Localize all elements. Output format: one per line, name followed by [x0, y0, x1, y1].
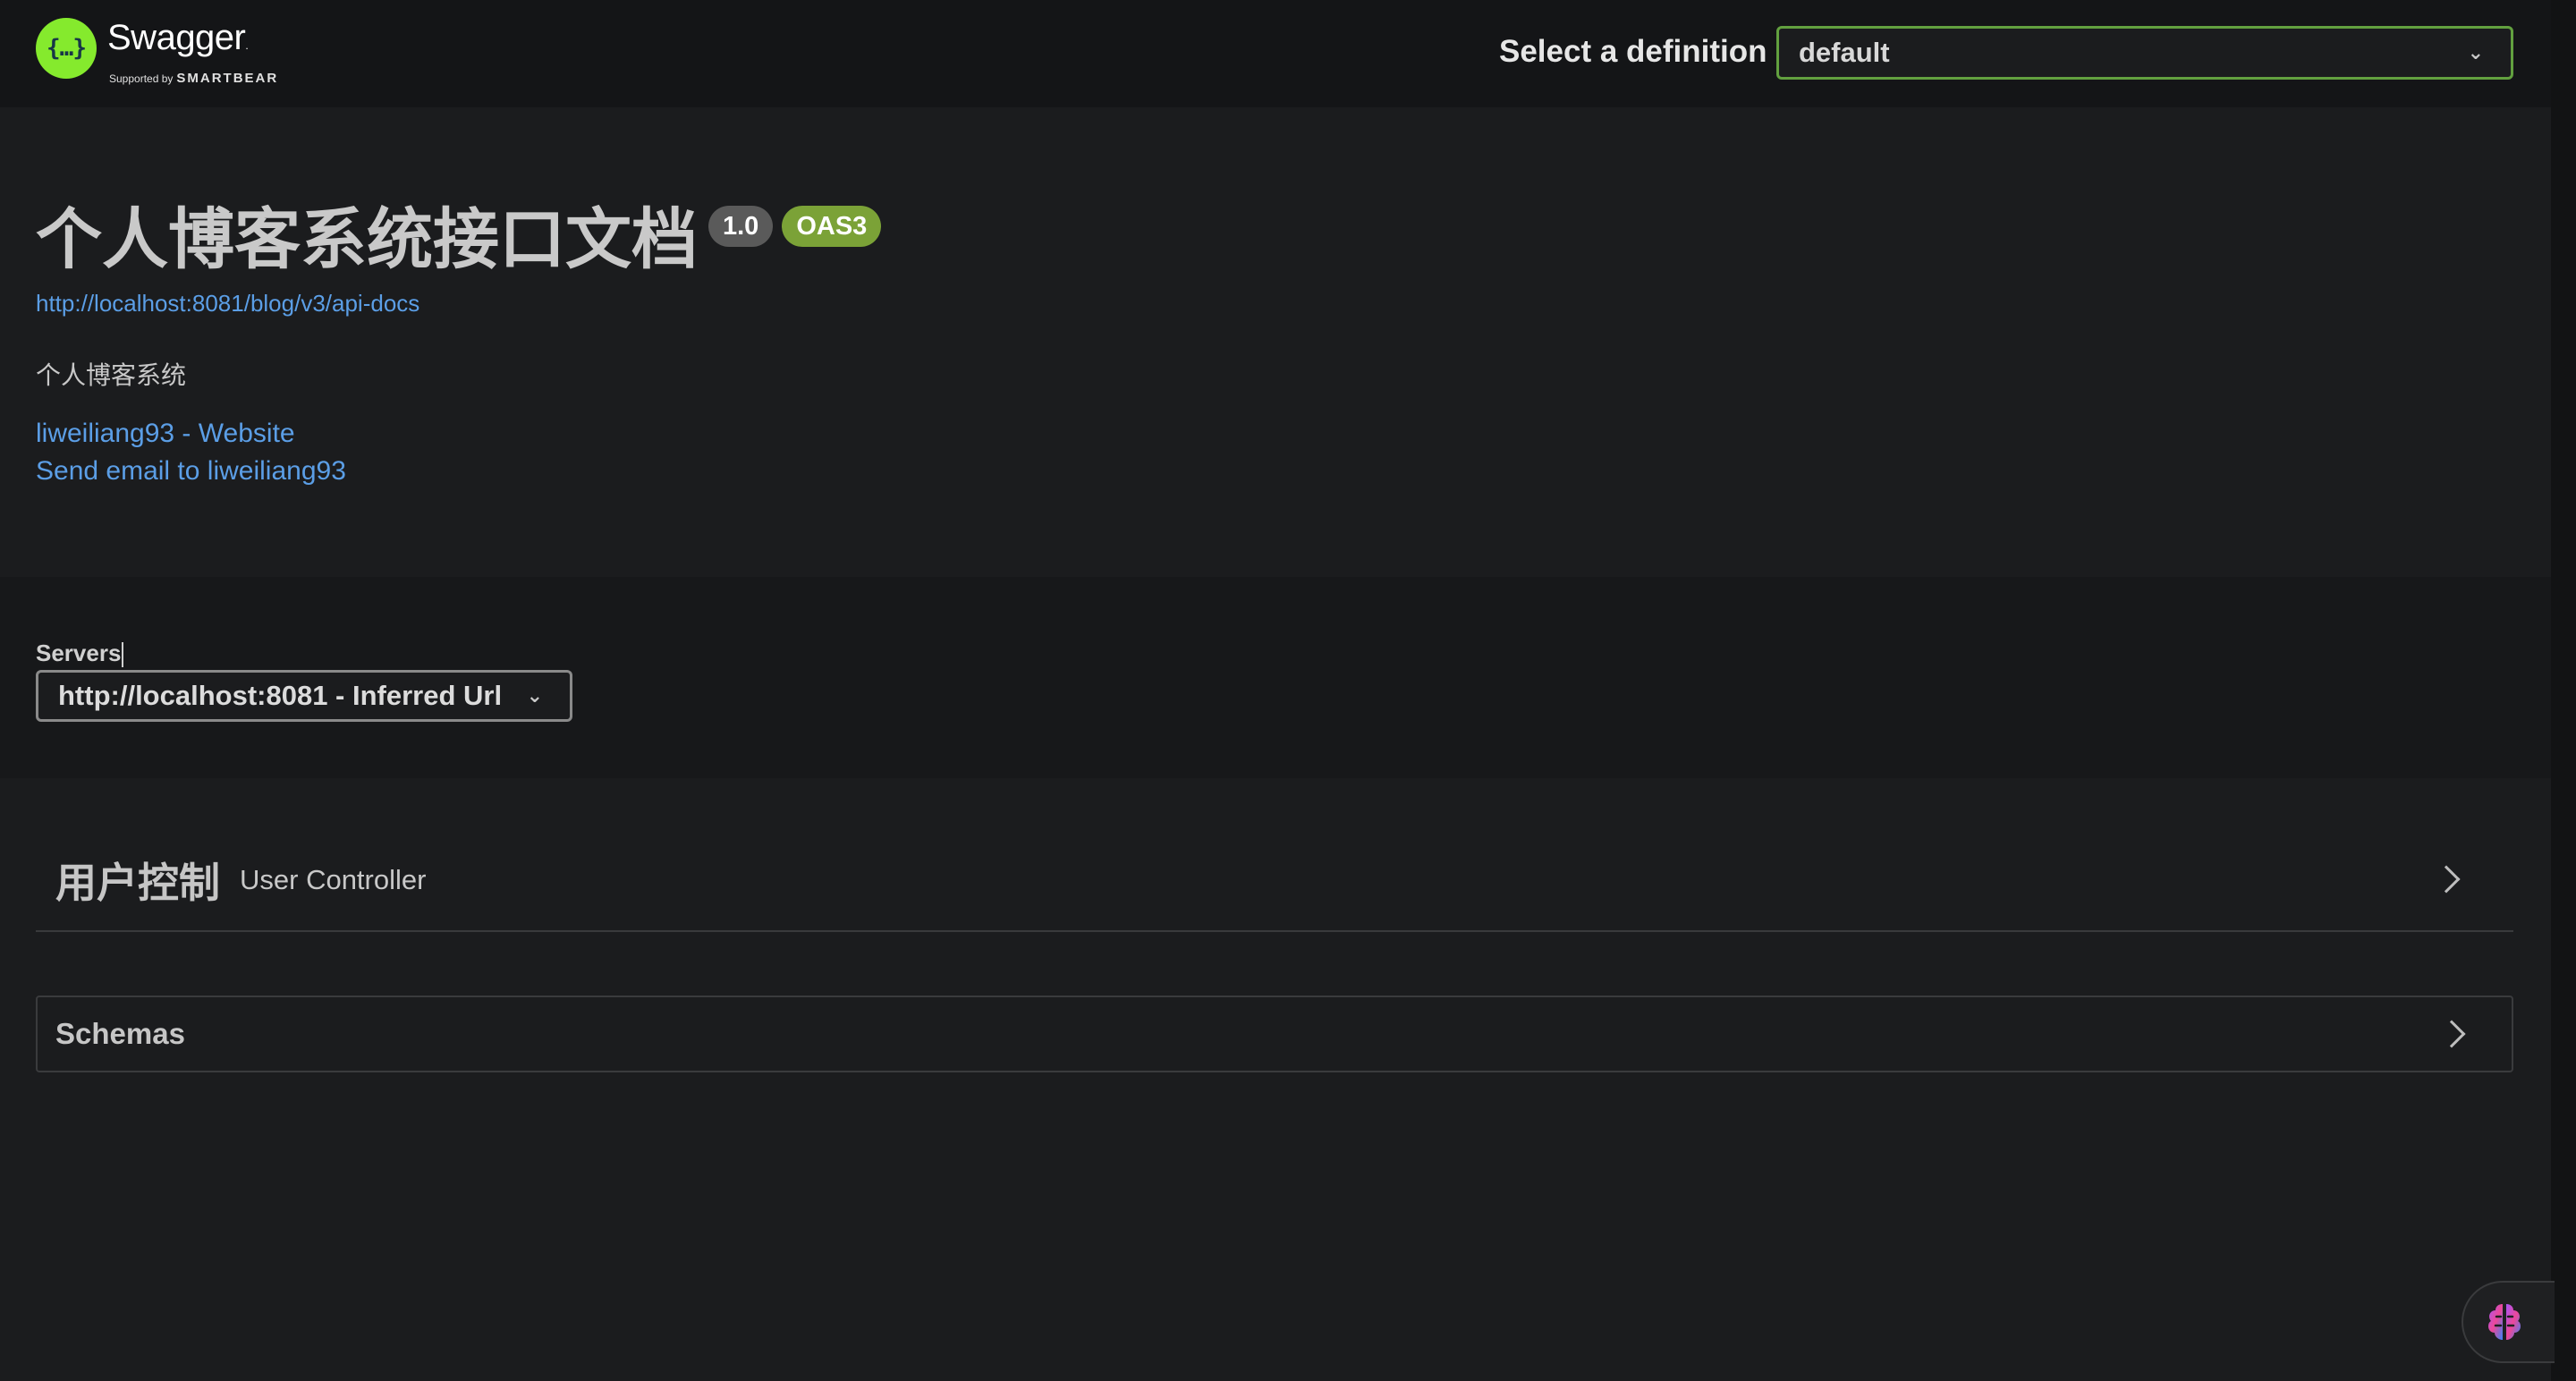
text-cursor [122, 642, 124, 668]
tag-user-controller[interactable]: 用户控制 User Controller [36, 830, 2513, 932]
brain-icon [2488, 1304, 2521, 1340]
oas-badge: OAS3 [782, 206, 882, 247]
chevron-down-icon: ⌄ [2467, 41, 2484, 64]
logo-text: Swagger. Supported by SMARTBEAR [107, 18, 278, 86]
brand-subtitle: Supported by SMARTBEAR [109, 71, 279, 86]
brand-name: Swagger. [107, 18, 249, 57]
page-title: 个人博客系统接口文档 [36, 201, 698, 278]
tag-name: 用户控制 [55, 859, 220, 907]
swagger-logo[interactable]: {…} Swagger. Supported by SMARTBEAR [36, 18, 278, 91]
version-badge: 1.0 [708, 206, 774, 247]
chevron-right-icon[interactable] [2437, 1020, 2466, 1048]
definition-value: default [1799, 37, 1890, 68]
assistant-button[interactable] [2462, 1281, 2555, 1363]
servers-section: Servers http://localhost:8081 - Inferred… [0, 577, 2551, 778]
definition-label: Select a definition [1499, 34, 1767, 69]
servers-label: Servers [36, 640, 124, 668]
server-value: http://localhost:8081 - Inferred Url [58, 680, 503, 711]
api-description: 个人博客系统 [36, 360, 187, 390]
api-docs-link[interactable]: http://localhost:8081/blog/v3/api-docs [36, 290, 419, 318]
server-select[interactable]: http://localhost:8081 - Inferred Url ⌄ [36, 670, 572, 722]
swagger-logo-icon: {…} [36, 18, 97, 79]
chevron-right-icon[interactable] [2432, 865, 2461, 894]
schemas-section[interactable]: Schemas [36, 996, 2513, 1072]
info-section: 个人博客系统接口文档 1.0 OAS3 http://localhost:808… [0, 107, 2551, 577]
scrollbar-track[interactable] [2551, 0, 2576, 1381]
definition-select[interactable]: default ⌄ [1776, 26, 2513, 80]
tag-description: User Controller [240, 864, 427, 895]
schemas-label: Schemas [55, 1017, 185, 1050]
title-row: 个人博客系统接口文档 1.0 OAS3 [36, 197, 882, 283]
email-link[interactable]: Send email to liweiliang93 [36, 456, 346, 487]
topbar: {…} Swagger. Supported by SMARTBEAR Selec… [0, 0, 2551, 107]
website-link[interactable]: liweiliang93 - Website [36, 419, 295, 449]
chevron-down-icon: ⌄ [526, 684, 543, 707]
